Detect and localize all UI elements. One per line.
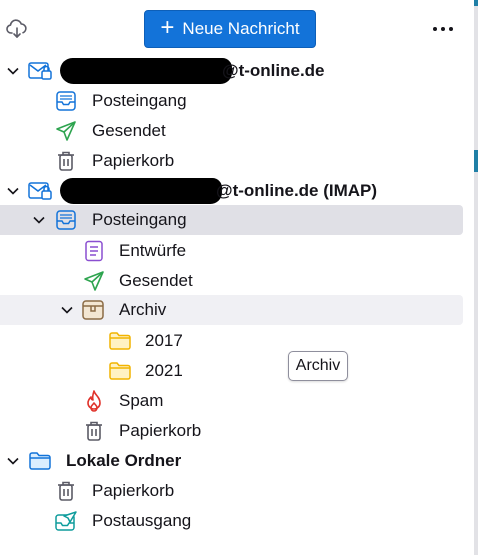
new-message-button[interactable]: + Neue Nachricht <box>144 10 316 48</box>
folder-label: Spam <box>119 391 164 410</box>
pane-edge <box>474 0 478 555</box>
folder-label: Papierkorb <box>119 421 202 440</box>
folder-label: Papierkorb <box>92 481 175 500</box>
folder-label: Gesendet <box>119 271 193 290</box>
more-horizontal-icon[interactable] <box>428 18 458 40</box>
folder-pane-toolbar: + Neue Nachricht <box>0 0 474 58</box>
outbox-icon <box>54 509 78 533</box>
mail-account-icon <box>28 59 52 83</box>
local-folders-icon <box>28 449 52 473</box>
account-row-2[interactable]: @t-online.de (IMAP) <box>0 176 463 206</box>
tooltip: Archiv <box>288 351 348 381</box>
folder-label: Entwürfe <box>119 241 187 260</box>
folder-row-sent[interactable]: Gesendet <box>0 266 463 296</box>
spam-icon <box>82 389 106 413</box>
account-row-local[interactable]: Lokale Ordner <box>0 446 463 476</box>
folder-label: Posteingang <box>92 210 187 229</box>
folder-icon <box>108 359 132 383</box>
folder-icon <box>108 329 132 353</box>
cloud-download-icon[interactable] <box>4 16 30 42</box>
folder-row-trash[interactable]: Papierkorb <box>0 416 463 446</box>
folder-row-inbox-selected[interactable]: Posteingang <box>0 205 463 235</box>
folder-label: Gesendet <box>92 121 166 140</box>
chevron-down-icon[interactable] <box>4 452 22 470</box>
chevron-down-icon[interactable] <box>58 301 76 319</box>
folder-label: Posteingang <box>92 91 187 110</box>
chevron-down-icon[interactable] <box>30 211 48 229</box>
folder-label: 2021 <box>145 361 183 380</box>
account-name: @t-online.de (IMAP) <box>216 181 378 200</box>
folder-row-2017[interactable]: 2017 <box>0 326 463 356</box>
folder-row-drafts[interactable]: Entwürfe <box>0 236 463 266</box>
folder-row-spam[interactable]: Spam <box>0 386 463 416</box>
inbox-icon <box>54 208 78 232</box>
folder-row-outbox[interactable]: Postausgang <box>0 506 463 536</box>
new-message-label: Neue Nachricht <box>182 19 300 38</box>
chevron-down-icon[interactable] <box>4 62 22 80</box>
chevron-down-icon[interactable] <box>4 182 22 200</box>
account-name: @t-online.de <box>222 61 325 80</box>
folder-label: Archiv <box>119 300 167 319</box>
folder-label: Papierkorb <box>92 151 175 170</box>
sent-icon <box>82 269 106 293</box>
trash-icon <box>54 149 78 173</box>
pane-edge-accent-top <box>474 0 478 6</box>
folder-row-2021[interactable]: 2021 <box>0 356 463 386</box>
trash-icon <box>82 419 106 443</box>
folder-label: Postausgang <box>92 511 192 530</box>
sent-icon <box>54 119 78 143</box>
mail-account-icon <box>28 179 52 203</box>
folder-label: 2017 <box>145 331 183 350</box>
pane-edge-accent <box>474 150 478 172</box>
plus-icon: + <box>160 14 175 41</box>
folder-row-trash[interactable]: Papierkorb <box>0 476 463 506</box>
folder-row-trash[interactable]: Papierkorb <box>0 146 463 176</box>
redaction-mark <box>60 178 222 204</box>
inbox-icon <box>54 89 78 113</box>
archive-icon <box>81 298 105 322</box>
folder-row-archive[interactable]: Archiv <box>0 295 463 325</box>
trash-icon <box>54 479 78 503</box>
redaction-mark <box>60 58 232 84</box>
drafts-icon <box>82 239 106 263</box>
account-row-1[interactable]: @t-online.de <box>0 56 463 86</box>
folder-row-inbox[interactable]: Posteingang <box>0 86 463 116</box>
account-name: Lokale Ordner <box>66 451 182 470</box>
folder-row-sent[interactable]: Gesendet <box>0 116 463 146</box>
